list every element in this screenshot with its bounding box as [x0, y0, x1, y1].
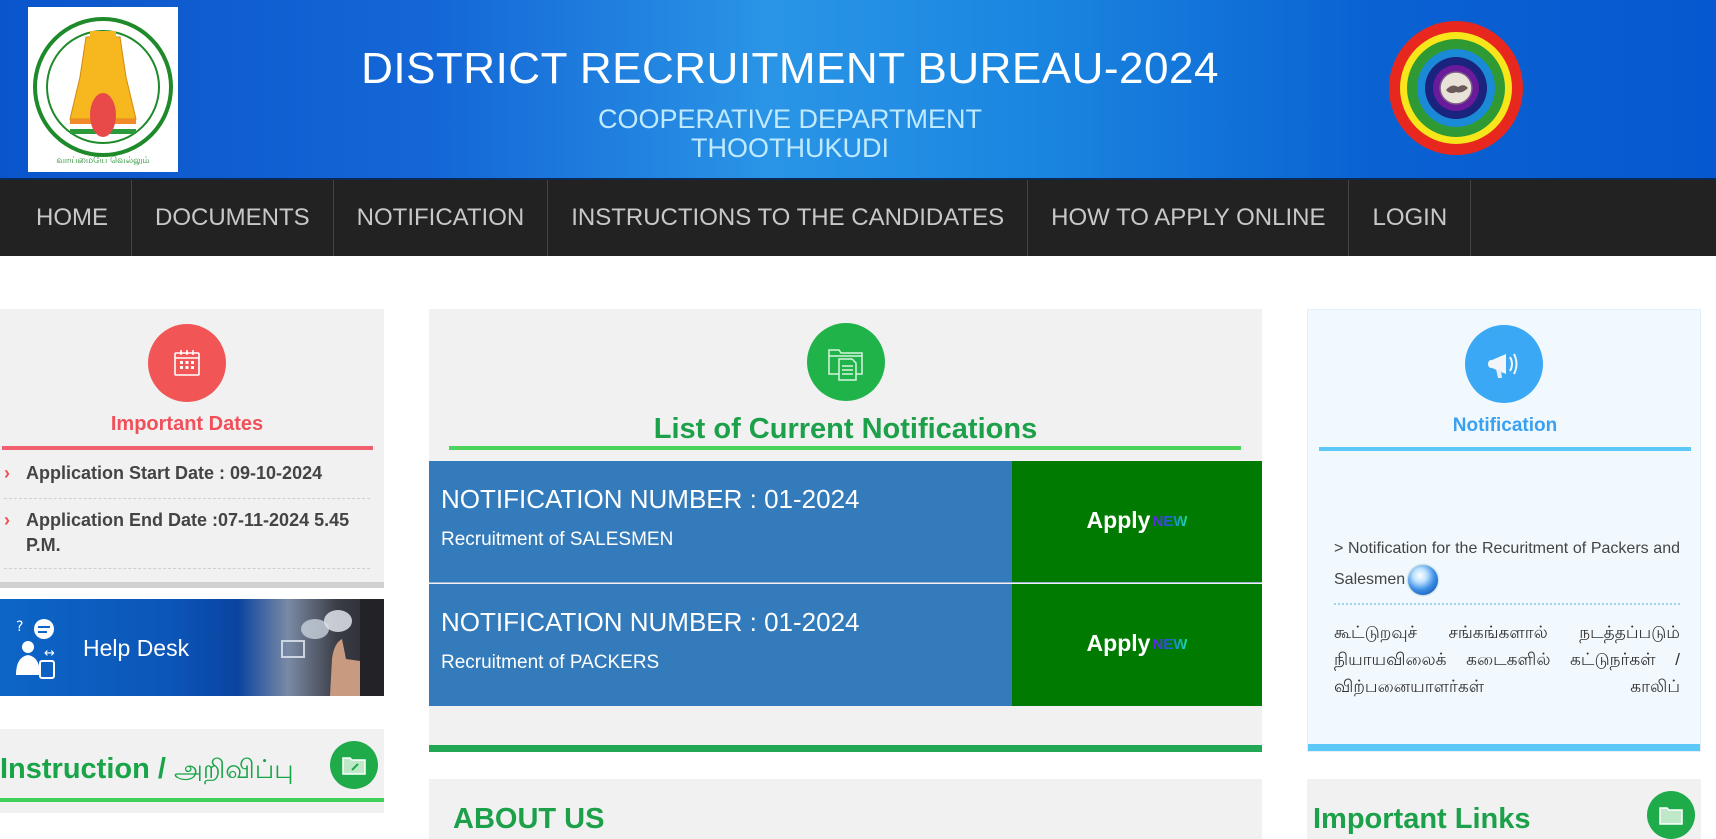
apply-label: Apply: [1086, 630, 1151, 656]
current-notifications-panel: List of Current Notifications NOTIFICATI…: [429, 309, 1262, 752]
new-badge: NEW: [1152, 636, 1187, 706]
recruitment-notification-link[interactable]: > Notification for the Recuritment of Pa…: [1334, 533, 1680, 595]
folder-icon: [1647, 791, 1695, 839]
nav-home[interactable]: HOME: [0, 180, 132, 256]
instruction-title-ta: அறிவிப்பு: [174, 754, 294, 784]
divider: [429, 745, 1262, 752]
date-item-text: Application End Date :07-11-2024 5.45 P.…: [26, 510, 350, 555]
recruitment-notification-link-text: > Notification for the Recuritment of Pa…: [1334, 540, 1680, 588]
apply-button[interactable]: Apply NEW: [1012, 584, 1262, 706]
department-name: COOPERATIVE DEPARTMENT: [597, 104, 983, 134]
new-badge: NEW: [1152, 513, 1187, 582]
notifications-title: List of Current Notifications: [653, 413, 1038, 445]
help-desk-illustration: [270, 599, 384, 696]
notification-description: Recruitment of SALESMEN: [441, 529, 674, 550]
divider: [449, 446, 1241, 450]
help-desk-icon: ? ↔: [14, 617, 62, 684]
divider: [0, 798, 384, 802]
nav-instructions[interactable]: INSTRUCTIONS TO THE CANDIDATES: [548, 180, 1029, 256]
divider: [1319, 447, 1691, 451]
apply-label: Apply: [1086, 507, 1151, 533]
important-links-panel: Important Links: [1307, 779, 1701, 839]
about-us-title: ABOUT US: [453, 803, 605, 835]
download-globe-icon[interactable]: [1408, 564, 1439, 595]
important-dates-title: Important Dates: [110, 413, 264, 435]
cooperative-rainbow-logo: [1388, 20, 1524, 156]
help-desk-label: Help Desk: [83, 635, 190, 661]
divider: [1334, 603, 1680, 605]
notification-sidebar-panel: Notification > Notification for the Recu…: [1307, 309, 1701, 752]
chevron-right-icon: ›: [4, 463, 10, 483]
nav-login[interactable]: LOGIN: [1349, 180, 1472, 256]
notification-row: NOTIFICATION NUMBER : 01-2024 Recruitmen…: [429, 461, 1262, 583]
important-links-title: Important Links: [1313, 803, 1531, 835]
important-dates-panel: Important Dates › Application Start Date…: [0, 309, 384, 588]
calendar-icon: [148, 324, 226, 402]
district-name: THOOTHUKUDI: [691, 133, 889, 163]
date-item-text: Application Start Date : 09-10-2024: [26, 463, 323, 483]
folder-document-icon: [807, 323, 885, 401]
date-item-end: › Application End Date :07-11-2024 5.45 …: [4, 508, 370, 569]
instruction-title[interactable]: Instruction / அறிவிப்பு: [0, 753, 294, 788]
svg-text:↔: ↔: [44, 646, 55, 661]
tamil-notification-text: கூட்டுறவுச் சங்கங்களால் நடத்தப்படும் நிய…: [1334, 623, 1680, 696]
instruction-panel: Instruction / அறிவிப்பு: [0, 729, 384, 813]
chevron-right-icon: ›: [4, 510, 10, 530]
main-navigation: HOME DOCUMENTS NOTIFICATION INSTRUCTIONS…: [0, 178, 1716, 256]
nav-how-to-apply[interactable]: HOW TO APPLY ONLINE: [1028, 180, 1350, 256]
folder-icon: [330, 741, 378, 789]
nav-notification[interactable]: NOTIFICATION: [334, 180, 549, 256]
notification-row: NOTIFICATION NUMBER : 01-2024 Recruitmen…: [429, 584, 1262, 706]
notification-sidebar-title: Notification: [1452, 415, 1558, 436]
instruction-title-en: Instruction /: [0, 753, 174, 785]
divider: [2, 446, 373, 450]
about-us-panel: ABOUT US: [429, 779, 1262, 839]
notification-number: NOTIFICATION NUMBER : 01-2024: [441, 607, 860, 637]
notification-info: NOTIFICATION NUMBER : 01-2024 Recruitmen…: [429, 584, 1012, 706]
site-header: வாய்மையே வெல்லும் DISTRICT RECRUITMENT B…: [0, 0, 1716, 178]
divider: [1308, 744, 1700, 751]
notification-info: NOTIFICATION NUMBER : 01-2024 Recruitmen…: [429, 461, 1012, 582]
notification-description: Recruitment of PACKERS: [441, 652, 660, 673]
help-desk-banner[interactable]: ? ↔ Help Desk: [0, 599, 384, 696]
apply-button[interactable]: Apply NEW: [1012, 461, 1262, 582]
svg-text:?: ?: [16, 619, 23, 635]
date-item-start: › Application Start Date : 09-10-2024: [4, 461, 370, 499]
site-title: DISTRICT RECRUITMENT BUREAU-2024: [361, 44, 1219, 93]
notification-number: NOTIFICATION NUMBER : 01-2024: [441, 484, 860, 514]
nav-documents[interactable]: DOCUMENTS: [132, 180, 334, 256]
megaphone-icon: [1465, 325, 1543, 403]
